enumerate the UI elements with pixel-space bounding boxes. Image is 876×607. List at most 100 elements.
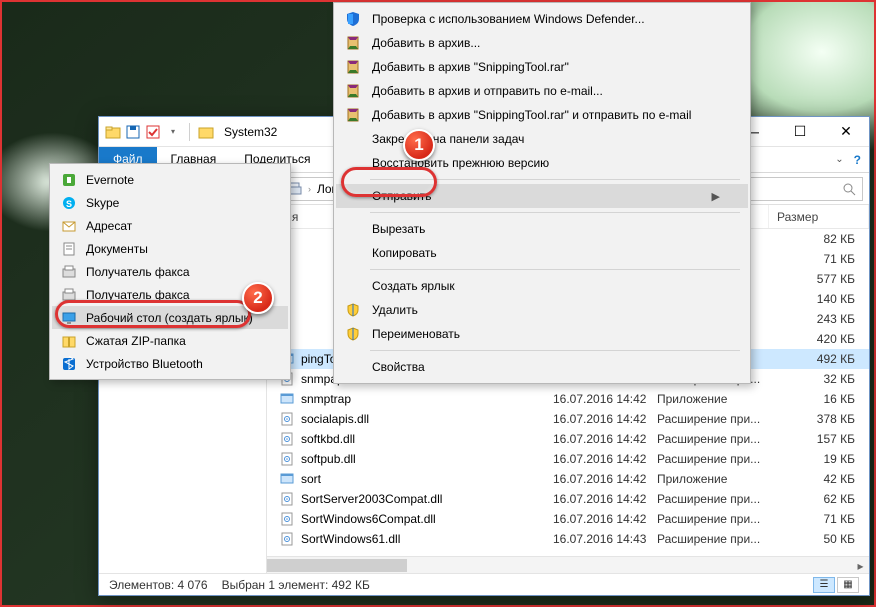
- file-row[interactable]: SortServer2003Compat.dll16.07.2016 14:42…: [267, 489, 869, 509]
- menu-label: Сжатая ZIP-папка: [86, 334, 186, 348]
- rar-icon: [344, 58, 362, 76]
- file-name: SortWindows6Compat.dll: [301, 512, 436, 526]
- dropdown-icon[interactable]: ▾: [165, 124, 181, 140]
- file-row[interactable]: sort16.07.2016 14:42Приложение42 КБ: [267, 469, 869, 489]
- skype-icon: S: [60, 194, 78, 212]
- file-row[interactable]: SortWindows6Compat.dll16.07.2016 14:42Ра…: [267, 509, 869, 529]
- menu-label: Добавить в архив "SnippingTool.rar" и от…: [372, 108, 691, 122]
- dll-icon: [279, 531, 295, 547]
- file-size: 420 КБ: [769, 332, 869, 346]
- sendto-menu-item[interactable]: Сжатая ZIP-папка: [52, 329, 288, 352]
- context-menu-item[interactable]: Добавить в архив...: [336, 31, 748, 55]
- sendto-menu-item[interactable]: S Skype: [52, 191, 288, 214]
- menu-label: Добавить в архив...: [372, 36, 480, 50]
- dll-icon: [279, 491, 295, 507]
- file-size: 71 КБ: [769, 512, 869, 526]
- context-menu-item[interactable]: Добавить в архив "SnippingTool.rar" и от…: [336, 103, 748, 127]
- file-type: Расширение при...: [649, 492, 769, 506]
- menu-label: Получатель факса: [86, 265, 190, 279]
- col-size[interactable]: Размер: [769, 205, 869, 228]
- view-icons-button[interactable]: ▦: [837, 577, 859, 593]
- file-type: Приложение: [649, 392, 769, 406]
- file-size: 140 КБ: [769, 292, 869, 306]
- file-size: 243 КБ: [769, 312, 869, 326]
- file-size: 157 КБ: [769, 432, 869, 446]
- context-menu-item[interactable]: Копировать: [336, 241, 748, 265]
- context-menu-item[interactable]: Добавить в архив "SnippingTool.rar": [336, 55, 748, 79]
- file-row[interactable]: softkbd.dll16.07.2016 14:42Расширение пр…: [267, 429, 869, 449]
- context-menu: Проверка с использованием Windows Defend…: [333, 2, 751, 384]
- context-menu-item[interactable]: Закрепить на панели задач: [336, 127, 748, 151]
- scroll-right-icon[interactable]: ▸: [852, 557, 869, 574]
- view-details-button[interactable]: ☰: [813, 577, 835, 593]
- status-count: Элементов: 4 076: [109, 578, 208, 592]
- file-size: 42 КБ: [769, 472, 869, 486]
- menu-label: Устройство Bluetooth: [86, 357, 203, 371]
- context-menu-item[interactable]: Переименовать: [336, 322, 748, 346]
- context-menu-item[interactable]: Проверка с использованием Windows Defend…: [336, 7, 748, 31]
- status-selection: Выбран 1 элемент: 492 КБ: [222, 578, 370, 592]
- context-menu-item[interactable]: Отправить ▶: [336, 184, 748, 208]
- shield-icon: [344, 325, 362, 343]
- fax-icon: [60, 286, 78, 304]
- menu-label: Evernote: [86, 173, 134, 187]
- context-menu-item[interactable]: Создать ярлык: [336, 274, 748, 298]
- rar-icon: [344, 106, 362, 124]
- dll-icon: [279, 411, 295, 427]
- menu-label: Адресат: [86, 219, 132, 233]
- context-menu-item[interactable]: Свойства: [336, 355, 748, 379]
- sendto-submenu: Evernote S Skype Адресат Документы Получатель…: [49, 163, 291, 380]
- svg-text:S: S: [66, 199, 72, 209]
- file-type: Расширение при...: [649, 532, 769, 546]
- file-date: 16.07.2016 14:43: [545, 532, 649, 546]
- bt-icon: [60, 355, 78, 373]
- dll-icon: [279, 511, 295, 527]
- menu-label: Отправить: [372, 189, 432, 203]
- ribbon-expand-icon[interactable]: ⌄: [835, 154, 843, 165]
- checkbox-icon[interactable]: [145, 124, 161, 140]
- sendto-menu-item[interactable]: Устройство Bluetooth: [52, 352, 288, 375]
- context-menu-item[interactable]: Удалить: [336, 298, 748, 322]
- file-name: socialapis.dll: [301, 412, 369, 426]
- rar-icon: [344, 34, 362, 52]
- menu-label: Получатель факса: [86, 288, 190, 302]
- sendto-menu-item[interactable]: Получатель факса: [52, 260, 288, 283]
- horizontal-scrollbar[interactable]: ▸: [267, 556, 869, 573]
- file-size: 82 КБ: [769, 232, 869, 246]
- window-title: System32: [218, 125, 277, 139]
- help-icon[interactable]: ?: [854, 153, 861, 167]
- file-row[interactable]: softpub.dll16.07.2016 14:42Расширение пр…: [267, 449, 869, 469]
- desktop-icon: [60, 309, 78, 327]
- context-menu-item[interactable]: Восстановить прежнюю версию: [336, 151, 748, 175]
- search-icon: [842, 182, 856, 196]
- sendto-menu-item[interactable]: Адресат: [52, 214, 288, 237]
- dll-icon: [279, 451, 295, 467]
- maximize-button[interactable]: ☐: [777, 117, 823, 147]
- file-row[interactable]: snmptrap16.07.2016 14:42Приложение16 КБ: [267, 389, 869, 409]
- file-type: Расширение при...: [649, 432, 769, 446]
- scrollbar-thumb[interactable]: [267, 559, 407, 572]
- close-button[interactable]: ✕: [823, 117, 869, 147]
- save-icon[interactable]: [125, 124, 141, 140]
- file-size: 71 КБ: [769, 252, 869, 266]
- menu-label: Добавить в архив "SnippingTool.rar": [372, 60, 569, 74]
- sendto-menu-item[interactable]: Evernote: [52, 168, 288, 191]
- sendto-menu-item[interactable]: Документы: [52, 237, 288, 260]
- submenu-arrow-icon: ▶: [712, 190, 720, 203]
- folder-icon: [105, 124, 121, 140]
- chevron-right-icon: ›: [308, 184, 311, 194]
- zip-icon: [60, 332, 78, 350]
- menu-label: Skype: [86, 196, 119, 210]
- context-menu-item[interactable]: Добавить в архив и отправить по e-mail..…: [336, 79, 748, 103]
- context-menu-item[interactable]: Вырезать: [336, 217, 748, 241]
- sendto-menu-item[interactable]: Получатель факса: [52, 283, 288, 306]
- file-row[interactable]: SortWindows61.dll16.07.2016 14:43Расшире…: [267, 529, 869, 549]
- evernote-icon: [60, 171, 78, 189]
- sendto-menu-item[interactable]: Рабочий стол (создать ярлык): [52, 306, 288, 329]
- file-name: snmptrap: [301, 392, 351, 406]
- file-row[interactable]: socialapis.dll16.07.2016 14:42Расширение…: [267, 409, 869, 429]
- menu-label: Закрепить на панели задач: [372, 132, 524, 146]
- file-date: 16.07.2016 14:42: [545, 432, 649, 446]
- menu-label: Документы: [86, 242, 148, 256]
- menu-label: Копировать: [372, 246, 437, 260]
